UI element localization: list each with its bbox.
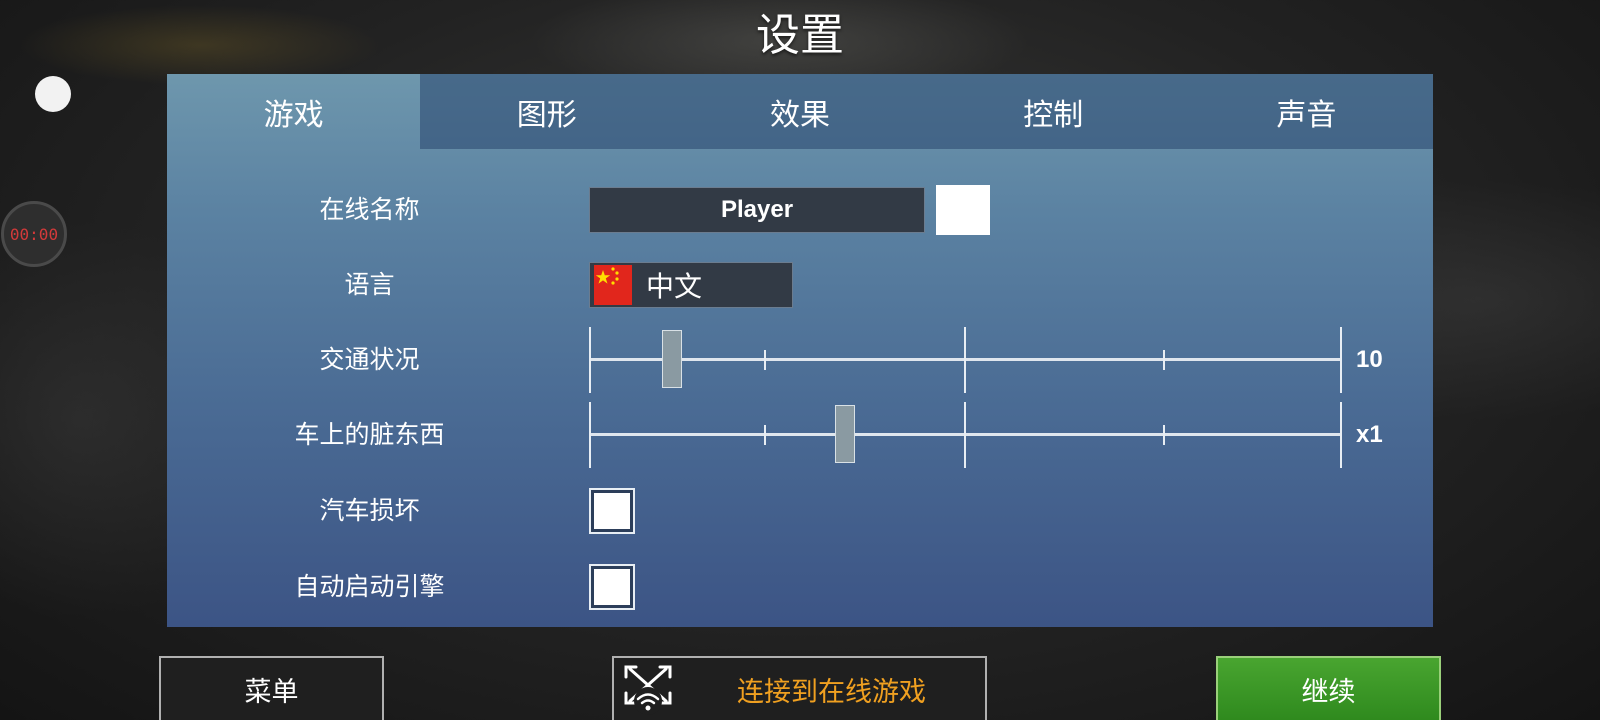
auto-start-engine-checkbox[interactable]	[589, 564, 635, 610]
online-connect-icon	[618, 661, 678, 717]
slider-tick	[964, 327, 966, 393]
player-color-swatch[interactable]	[936, 185, 990, 235]
slider-tick	[1163, 350, 1165, 370]
language-label: 语言	[344, 270, 395, 299]
car-damage-checkbox[interactable]	[589, 488, 635, 534]
traffic-value: 10	[1356, 346, 1383, 373]
slider-tick	[764, 350, 766, 370]
tab-graphics[interactable]: 图形	[420, 74, 674, 149]
slider-tick	[764, 425, 766, 445]
slider-tick	[1163, 425, 1165, 445]
tab-effects[interactable]: 效果	[673, 74, 927, 149]
language-value: 中文	[646, 270, 703, 303]
auto-start-engine-label: 自动启动引擎	[294, 572, 445, 601]
continue-button[interactable]: 继续	[1216, 656, 1441, 720]
online-name-input[interactable]: Player	[589, 187, 925, 233]
page-title: 设置	[756, 10, 844, 61]
slider-tick	[1340, 327, 1342, 393]
tab-sound[interactable]: 声音	[1179, 74, 1434, 149]
connect-online-button[interactable]: 连接到在线游戏	[612, 656, 987, 720]
car-dirt-slider[interactable]	[589, 402, 1342, 468]
traffic-slider-thumb[interactable]	[662, 330, 682, 388]
settings-panel: 游戏 图形 效果 控制 声音 在线名称 Player 语言 中文 交通状况 10…	[167, 74, 1434, 627]
china-flag-icon	[594, 265, 632, 305]
overlay-dot-button[interactable]	[35, 76, 71, 112]
menu-button[interactable]: 菜单	[159, 656, 384, 720]
traffic-label: 交通状况	[319, 345, 420, 374]
traffic-slider[interactable]	[589, 327, 1342, 393]
language-select[interactable]: 中文	[589, 262, 793, 308]
car-dirt-value: x1	[1356, 421, 1383, 448]
checkbox-fill	[594, 569, 630, 605]
slider-tick	[589, 327, 591, 393]
car-dirt-label: 车上的脏东西	[294, 420, 445, 449]
car-damage-label: 汽车损坏	[319, 496, 420, 525]
online-name-label: 在线名称	[319, 195, 420, 224]
checkbox-fill	[594, 493, 630, 529]
tab-controls[interactable]: 控制	[926, 74, 1180, 149]
tab-game[interactable]: 游戏	[167, 74, 420, 149]
connect-online-label: 连接到在线游戏	[737, 676, 926, 708]
tab-bar: 游戏 图形 效果 控制 声音	[167, 74, 1434, 149]
slider-tick	[1340, 402, 1342, 468]
car-dirt-slider-thumb[interactable]	[835, 405, 855, 463]
timer-badge[interactable]: 00:00	[1, 201, 67, 267]
slider-tick	[964, 402, 966, 468]
slider-tick	[589, 402, 591, 468]
